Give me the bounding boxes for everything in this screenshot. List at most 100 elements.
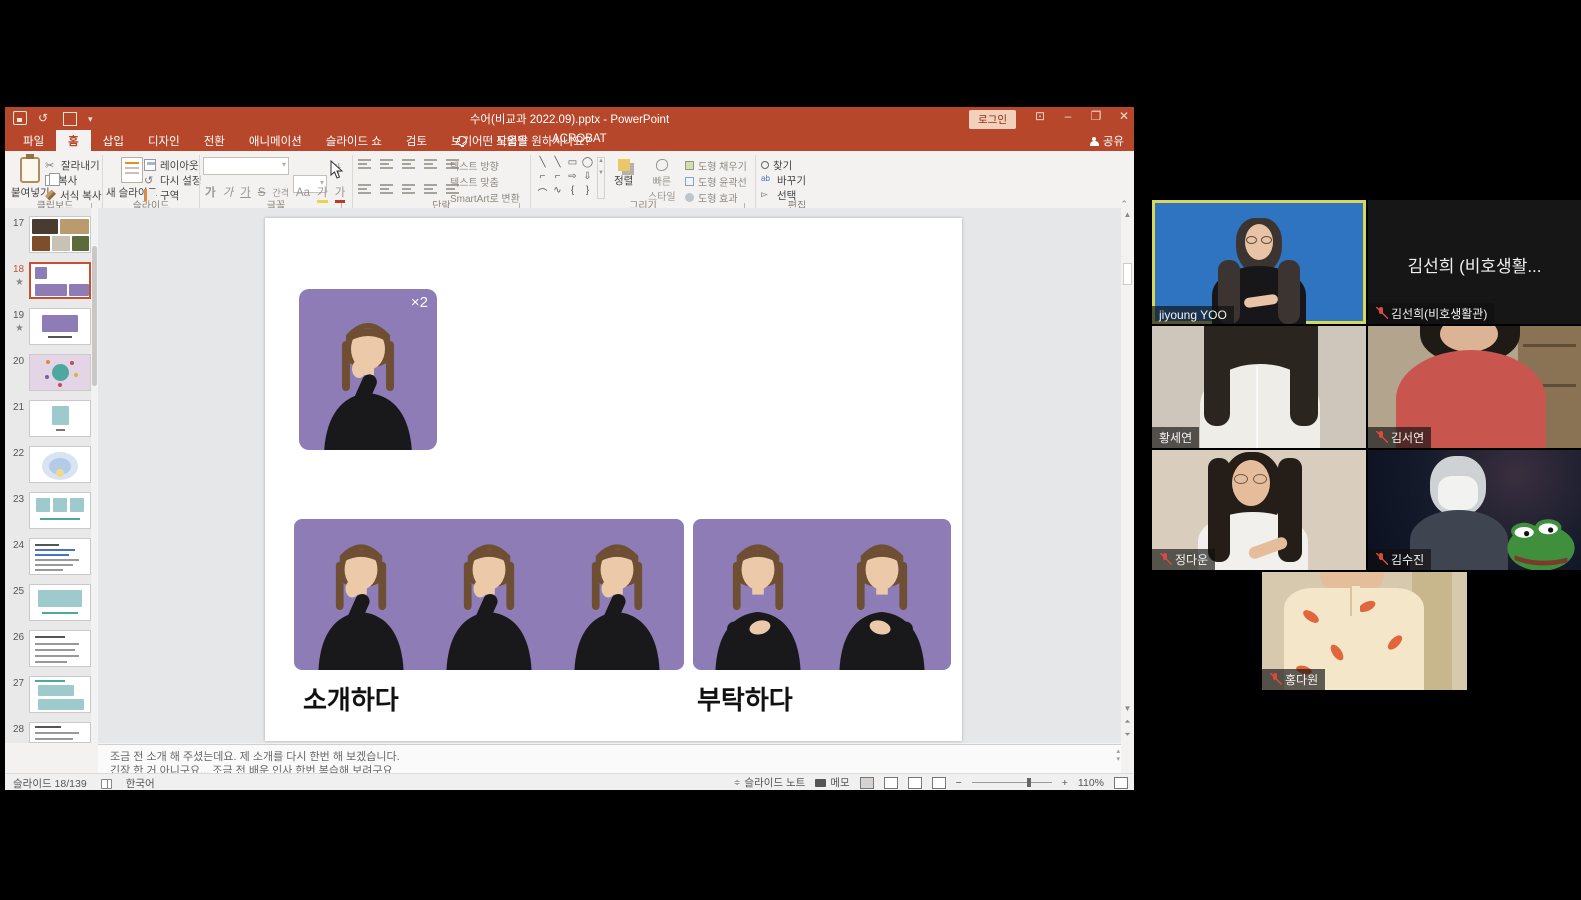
shape-fill-button[interactable]: 도형 채우기: [685, 158, 747, 172]
comments-button[interactable]: 메모: [815, 775, 849, 790]
video-tile-kim-seoyeon[interactable]: 김서연: [1368, 326, 1581, 448]
sign-image-single[interactable]: ×2: [299, 289, 437, 450]
scrollbar-thumb[interactable]: [1123, 263, 1132, 285]
text-direction-button[interactable]: 텍스트 방향: [450, 158, 520, 172]
tab-file[interactable]: 파일: [11, 130, 56, 151]
copy-icon: [45, 175, 54, 186]
zoom-level[interactable]: 110%: [1078, 777, 1104, 789]
copy-button[interactable]: 복사: [45, 173, 77, 187]
slide-sorter-view-button[interactable]: [884, 777, 898, 789]
arrange-icon: [618, 159, 630, 171]
caption-request[interactable]: 부탁하다: [697, 680, 793, 717]
tab-review[interactable]: 검토: [394, 130, 439, 151]
notes-pane[interactable]: ▾ 조금 전 소개 해 주셨는데요. 제 소개를 다시 한번 해 보겠습니다. …: [98, 744, 1121, 773]
participant-hair: [1278, 260, 1300, 324]
video-tile-hwang-seyeon[interactable]: 황세연: [1152, 326, 1366, 448]
reset-button[interactable]: 다시 설정: [144, 173, 202, 187]
layout-icon: [144, 159, 156, 171]
slideshow-view-button[interactable]: [932, 777, 946, 789]
participant-name-label: 김서연: [1368, 427, 1431, 448]
person-icon: [1090, 137, 1099, 146]
sign-image-introduce[interactable]: [294, 519, 684, 670]
notes-toggle-button[interactable]: ≑슬라이드 노트: [734, 775, 806, 790]
start-slideshow-icon[interactable]: [63, 112, 77, 126]
notes-scroll-arrows[interactable]: ▴▾: [1116, 747, 1120, 763]
zoom-slider[interactable]: [972, 782, 1052, 783]
video-tile-hong-dawon[interactable]: 홍다원: [1262, 572, 1467, 690]
quick-styles-icon: [656, 159, 668, 171]
shape-gallery-scrollbar[interactable]: ▲▼: [597, 157, 605, 199]
find-button[interactable]: 찾기: [761, 158, 792, 172]
thumbnail-scrollbar[interactable]: [91, 208, 98, 743]
reading-view-button[interactable]: [908, 777, 922, 789]
next-slide-button[interactable]: ⏷: [1121, 730, 1134, 740]
tab-animations[interactable]: 애니메이션: [237, 130, 314, 151]
layout-button[interactable]: 레이아웃: [144, 158, 199, 172]
thumbnail-preview: [29, 446, 91, 483]
normal-view-button[interactable]: [860, 777, 874, 789]
restore-button[interactable]: ❐: [1090, 109, 1102, 123]
caption-introduce[interactable]: 소개하다: [303, 680, 399, 717]
replace-button[interactable]: ab바꾸기: [761, 173, 806, 187]
bookshelf-shelf: [1523, 344, 1576, 347]
mouse-cursor: [330, 160, 344, 180]
align-left-icon[interactable]: [358, 184, 371, 194]
slide-scrollbar[interactable]: ▲ ▼ ⏶ ⏷: [1121, 208, 1134, 743]
slide-thumbnail-panel: 17 18 19: [5, 208, 98, 743]
save-icon[interactable]: [13, 111, 27, 125]
muted-mic-icon: [1375, 553, 1386, 566]
spellcheck-icon[interactable]: [101, 779, 112, 789]
align-center-icon[interactable]: [380, 184, 393, 194]
video-tile-kim-sunhee[interactable]: 김선희 (비호생활... 김선희(비호생활관): [1368, 200, 1581, 324]
cut-button[interactable]: 잘라내기: [45, 158, 100, 172]
paste-button[interactable]: 붙여넣기: [11, 157, 50, 200]
previous-slide-button[interactable]: ⏶: [1121, 717, 1134, 727]
video-tile-jung-daun[interactable]: 정다운: [1152, 450, 1366, 570]
tab-home[interactable]: 홈: [56, 130, 91, 151]
font-name-combobox[interactable]: [203, 157, 289, 175]
justify-icon[interactable]: [424, 184, 437, 194]
zoom-slider-thumb[interactable]: [1027, 778, 1031, 787]
tell-me-search[interactable]: 어떤 작업을 원하시나요?: [457, 133, 591, 149]
video-tile-kim-sujin[interactable]: 김수진: [1368, 450, 1581, 570]
language-indicator[interactable]: 한국어: [126, 776, 155, 791]
zoom-out-button[interactable]: −: [956, 777, 962, 789]
qat-customize-icon[interactable]: [88, 111, 102, 125]
tab-slideshow[interactable]: 슬라이드 쇼: [314, 130, 394, 151]
shape-fill-icon: [685, 161, 694, 170]
minimize-button[interactable]: –: [1062, 109, 1074, 123]
muted-mic-icon: [1159, 553, 1170, 566]
indent-increase-icon[interactable]: [424, 159, 437, 169]
shape-gallery[interactable]: ╲╲▭◯ ⌐⌐⇨⇩ ⌒∿{}: [535, 157, 595, 199]
thumbnail-preview: [29, 538, 91, 575]
tab-insert[interactable]: 삽입: [91, 130, 136, 151]
undo-icon[interactable]: [38, 111, 52, 125]
align-text-button[interactable]: 텍스트 맞춤: [450, 174, 520, 188]
list-buttons[interactable]: [358, 159, 459, 169]
slide-canvas[interactable]: ×2 누구세요? 소개하다 부탁하다: [265, 218, 962, 741]
align-buttons[interactable]: [358, 184, 459, 194]
tab-transitions[interactable]: 전환: [192, 130, 237, 151]
desktop: 수어(비교과 2022.09).pptx - PowerPoint 로그인 ⊡ …: [0, 0, 1581, 900]
numbering-icon[interactable]: [380, 159, 393, 169]
shape-outline-button[interactable]: 도형 윤곽선: [685, 174, 747, 188]
arrange-button[interactable]: 정렬: [614, 159, 633, 188]
share-button[interactable]: 공유: [1090, 133, 1124, 149]
bullets-icon[interactable]: [358, 159, 371, 169]
new-slide-icon: [121, 157, 143, 183]
shape-outline-icon: [685, 177, 694, 186]
sign-image-request[interactable]: [693, 519, 951, 670]
participant-name-label: jiyoung YOO: [1152, 306, 1234, 324]
ribbon-display-options-icon[interactable]: ⊡: [1034, 109, 1046, 123]
indent-decrease-icon[interactable]: [402, 159, 415, 169]
fit-to-window-button[interactable]: [1114, 777, 1128, 789]
video-tile-jiyoung-yoo[interactable]: jiyoung YOO: [1152, 200, 1366, 324]
tab-design[interactable]: 디자인: [136, 130, 192, 151]
thumbnail-preview: [29, 216, 91, 253]
thumbnail-preview: [29, 354, 91, 391]
align-right-icon[interactable]: [402, 184, 415, 194]
status-bar: 슬라이드 18/139 한국어 ≑슬라이드 노트 메모 − + 110%: [5, 773, 1134, 790]
login-button[interactable]: 로그인: [969, 110, 1016, 129]
zoom-in-button[interactable]: +: [1062, 777, 1068, 789]
close-button[interactable]: ✕: [1118, 109, 1130, 123]
